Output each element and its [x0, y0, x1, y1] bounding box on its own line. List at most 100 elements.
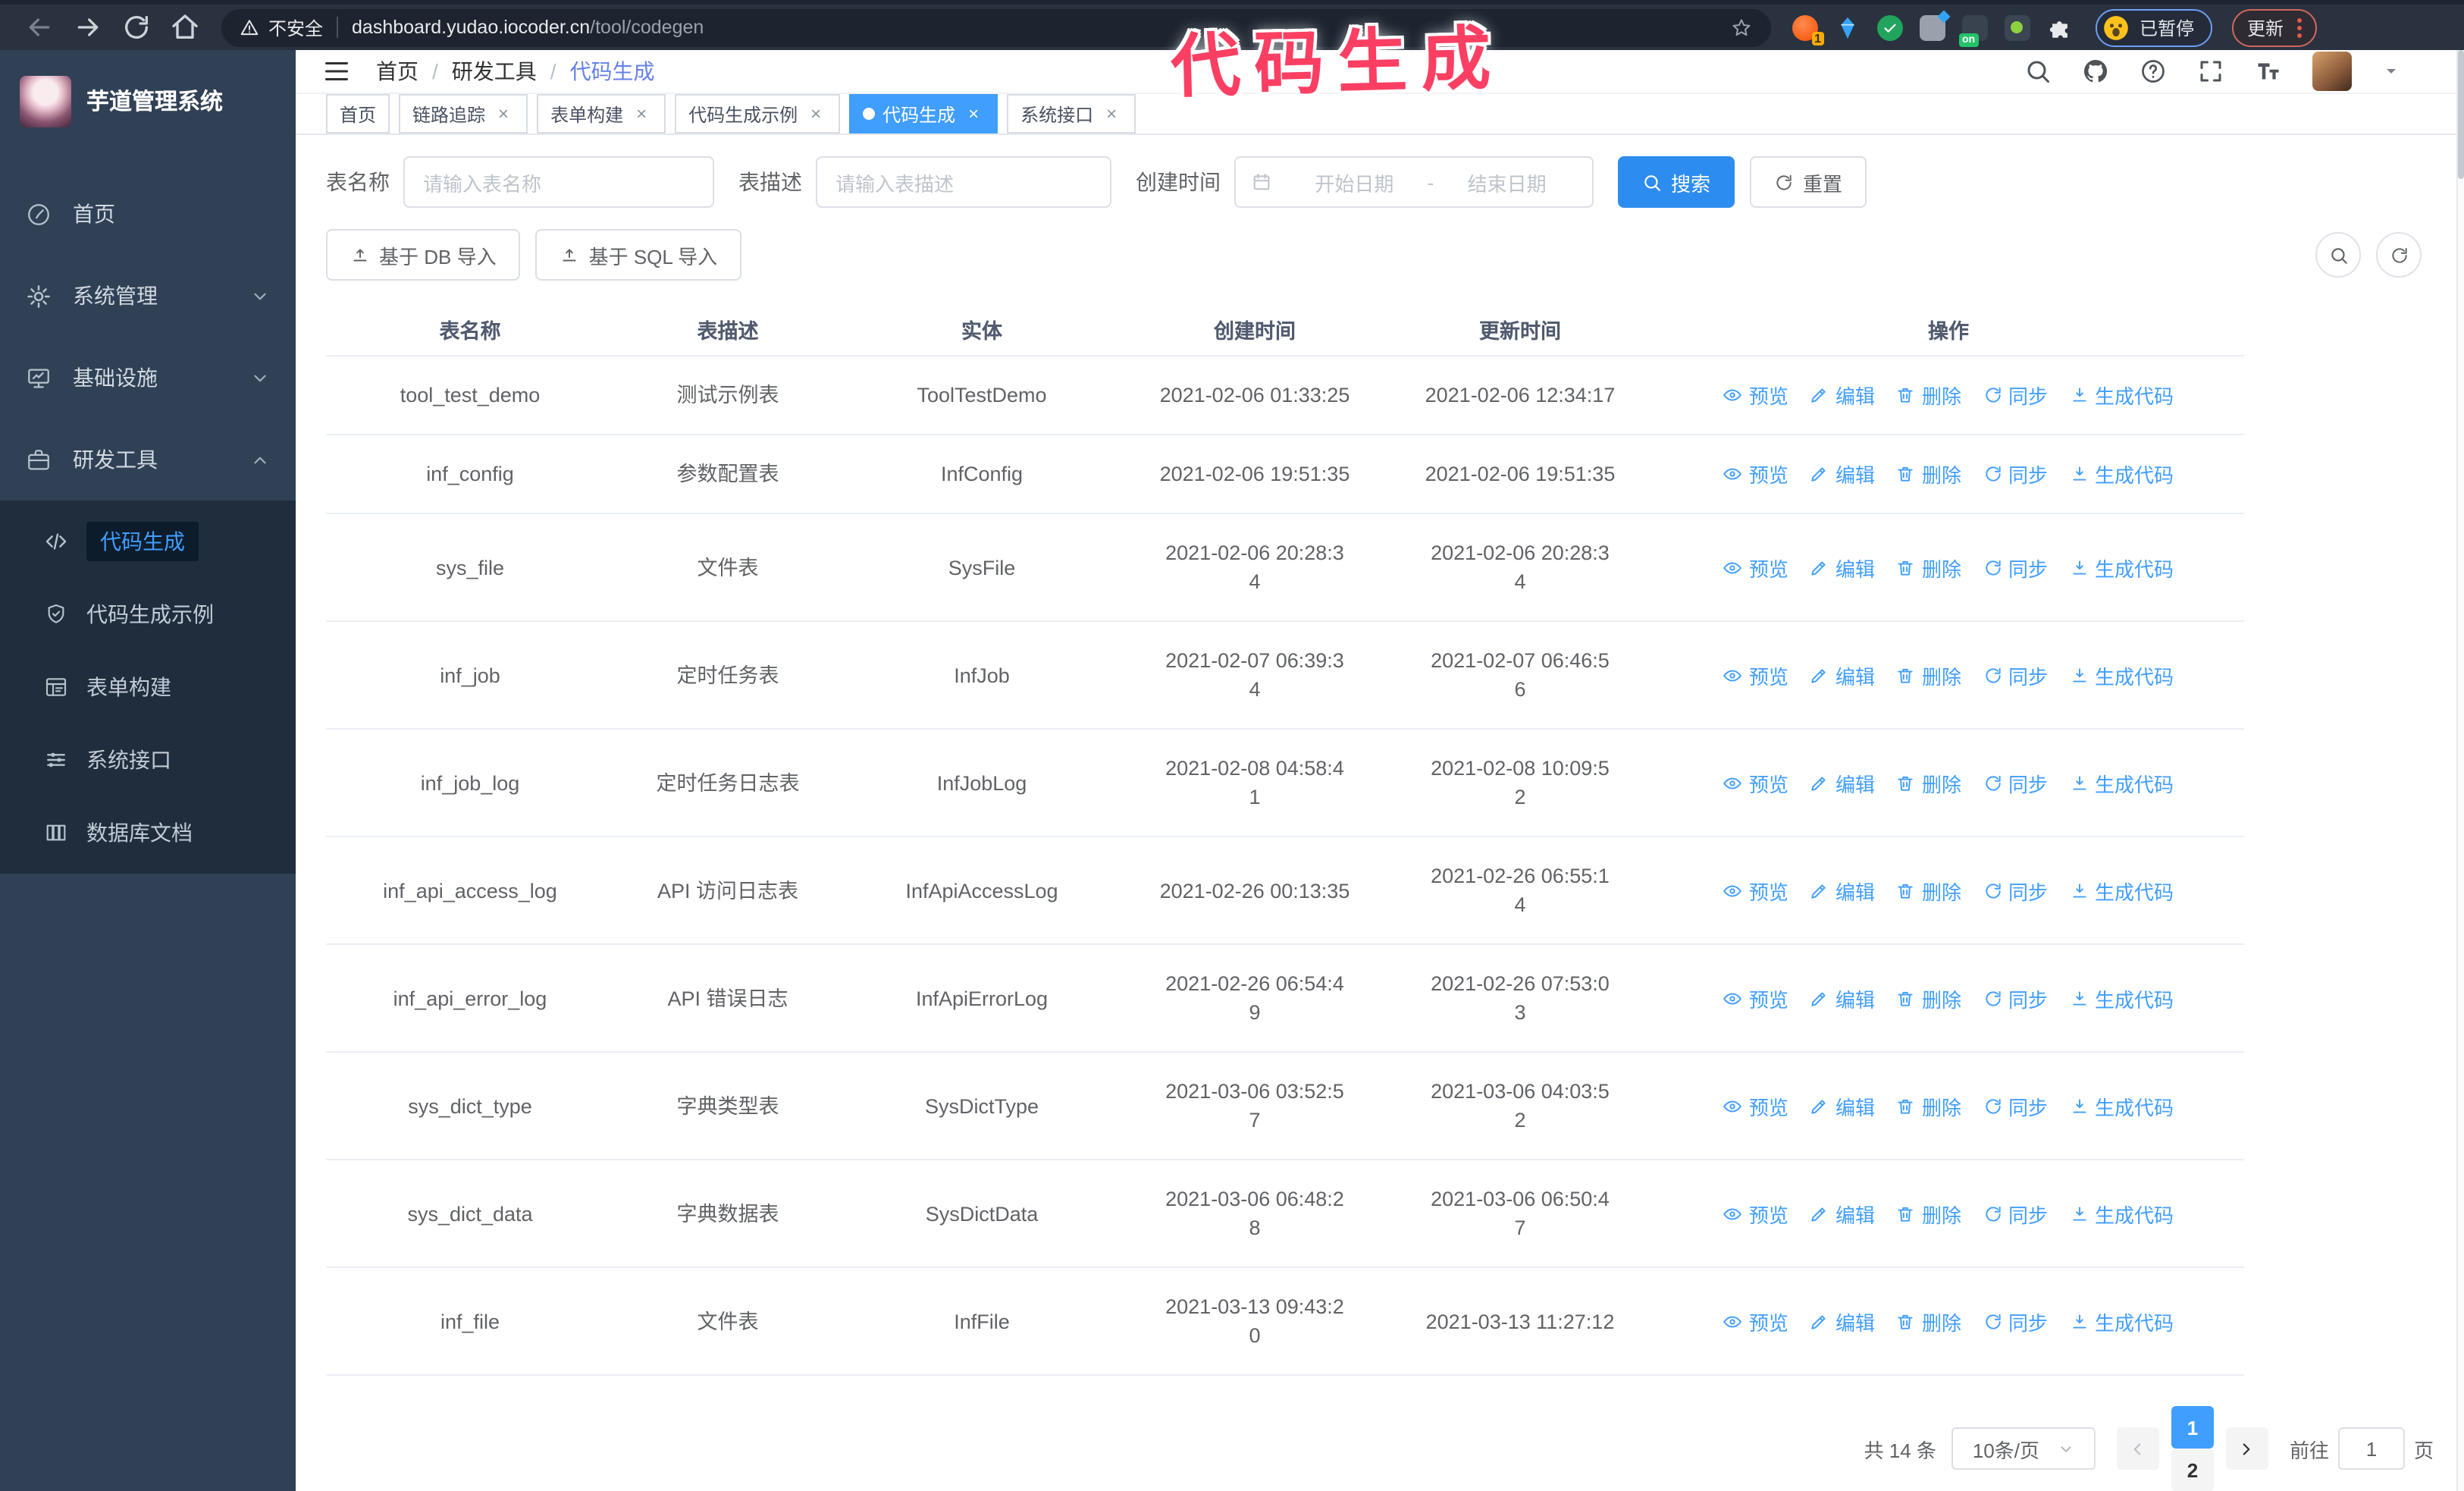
action-edit-link[interactable]: 编辑	[1810, 381, 1875, 410]
action-edit-link[interactable]: 编辑	[1810, 460, 1875, 488]
browser-reload-icon[interactable]	[121, 12, 152, 42]
close-tab-icon[interactable]: ×	[1101, 103, 1122, 124]
sidebar-fold-icon[interactable]	[323, 58, 350, 85]
action-generate-link[interactable]: 生成代码	[2069, 876, 2174, 905]
scrollbar-thumb[interactable]	[2458, 50, 2464, 179]
action-generate-link[interactable]: 生成代码	[2069, 381, 2174, 410]
close-tab-icon[interactable]: ×	[805, 103, 826, 124]
breadcrumb-item[interactable]: 研发工具	[452, 56, 537, 86]
action-sync-link[interactable]: 同步	[1983, 460, 2048, 488]
action-generate-link[interactable]: 生成代码	[2069, 553, 2174, 582]
action-sync-link[interactable]: 同步	[1983, 1199, 2048, 1228]
action-generate-link[interactable]: 生成代码	[2069, 984, 2174, 1012]
import-sql-button[interactable]: 基于 SQL 导入	[535, 229, 742, 281]
tab-form-build[interactable]: 表单构建 ×	[537, 94, 666, 133]
extension-key-icon[interactable]	[2005, 14, 2030, 40]
action-delete-link[interactable]: 删除	[1896, 381, 1961, 410]
action-generate-link[interactable]: 生成代码	[2069, 1307, 2174, 1336]
extension-gem-icon[interactable]	[1835, 14, 1861, 40]
prev-page-button[interactable]	[2116, 1427, 2159, 1470]
action-delete-link[interactable]: 删除	[1896, 1091, 1961, 1120]
sidebar-item-devtools[interactable]: 研发工具	[0, 419, 296, 501]
refresh-table-button[interactable]	[2376, 232, 2422, 278]
tab-codegen-example[interactable]: 代码生成示例 ×	[675, 94, 841, 133]
action-preview-link[interactable]: 预览	[1723, 768, 1788, 797]
search-button[interactable]: 搜索	[1618, 156, 1735, 208]
fullscreen-icon[interactable]	[2197, 58, 2224, 85]
action-edit-link[interactable]: 编辑	[1810, 553, 1875, 582]
next-page-button[interactable]	[2225, 1427, 2268, 1470]
sidebar-subitem-codegen-example[interactable]: 代码生成示例	[0, 578, 296, 651]
action-sync-link[interactable]: 同步	[1983, 876, 2048, 905]
sidebar-subitem-db-doc[interactable]: 数据库文档	[0, 796, 296, 869]
sidebar-item-home[interactable]: 首页	[0, 173, 296, 255]
toggle-search-button[interactable]	[2315, 232, 2361, 278]
action-preview-link[interactable]: 预览	[1723, 1307, 1788, 1336]
sidebar-item-infra[interactable]: 基础设施	[0, 337, 296, 419]
close-tab-icon[interactable]: ×	[631, 103, 652, 124]
action-delete-link[interactable]: 删除	[1896, 460, 1961, 488]
page-scrollbar[interactable]	[2456, 50, 2464, 1491]
close-tab-icon[interactable]: ×	[493, 103, 514, 124]
bookmark-star-icon[interactable]	[1730, 16, 1753, 39]
action-preview-link[interactable]: 预览	[1723, 1091, 1788, 1120]
action-sync-link[interactable]: 同步	[1983, 1091, 2048, 1120]
github-icon[interactable]	[2082, 58, 2109, 85]
avatar-caret-icon[interactable]	[2382, 62, 2400, 80]
sidebar-item-system[interactable]: 系统管理	[0, 255, 296, 337]
extension-icon[interactable]: 1	[1792, 14, 1824, 45]
action-generate-link[interactable]: 生成代码	[2069, 1199, 2174, 1228]
action-delete-link[interactable]: 删除	[1896, 553, 1961, 582]
action-preview-link[interactable]: 预览	[1723, 984, 1788, 1012]
action-generate-link[interactable]: 生成代码	[2069, 1091, 2174, 1120]
action-preview-link[interactable]: 预览	[1723, 381, 1788, 410]
action-preview-link[interactable]: 预览	[1723, 1199, 1788, 1228]
action-sync-link[interactable]: 同步	[1983, 1307, 2048, 1336]
action-sync-link[interactable]: 同步	[1983, 984, 2048, 1012]
text-size-icon[interactable]	[2255, 58, 2282, 85]
sidebar-subitem-form-build[interactable]: 表单构建	[0, 651, 296, 724]
browser-update-button[interactable]: 更新	[2232, 8, 2318, 46]
action-edit-link[interactable]: 编辑	[1810, 768, 1875, 797]
page-button-1[interactable]: 1	[2171, 1406, 2214, 1449]
tab-tracer[interactable]: 链路追踪 ×	[399, 94, 528, 133]
date-range-picker[interactable]: 开始日期 - 结束日期	[1234, 156, 1594, 208]
action-delete-link[interactable]: 删除	[1896, 1307, 1961, 1336]
sidebar-subitem-system-api[interactable]: 系统接口	[0, 724, 296, 796]
close-tab-icon[interactable]: ×	[963, 103, 984, 124]
action-delete-link[interactable]: 删除	[1896, 876, 1961, 905]
user-avatar[interactable]	[2312, 52, 2352, 91]
table-name-input[interactable]: 请输入表名称	[403, 156, 714, 208]
breadcrumb-item[interactable]: 首页	[376, 56, 419, 86]
browser-menu-icon[interactable]	[2297, 17, 2303, 37]
action-preview-link[interactable]: 预览	[1723, 876, 1788, 905]
table-desc-input[interactable]: 请输入表描述	[816, 156, 1111, 208]
action-edit-link[interactable]: 编辑	[1810, 1199, 1875, 1228]
action-edit-link[interactable]: 编辑	[1810, 661, 1875, 689]
action-delete-link[interactable]: 删除	[1896, 661, 1961, 689]
import-db-button[interactable]: 基于 DB 导入	[326, 229, 521, 281]
extension-check-icon[interactable]	[1877, 14, 1903, 40]
action-sync-link[interactable]: 同步	[1983, 768, 2048, 797]
browser-profile-button[interactable]: 已暂停	[2096, 8, 2213, 46]
browser-back-icon[interactable]	[24, 12, 55, 42]
action-edit-link[interactable]: 编辑	[1810, 876, 1875, 905]
action-sync-link[interactable]: 同步	[1983, 553, 2048, 582]
action-preview-link[interactable]: 预览	[1723, 460, 1788, 488]
action-sync-link[interactable]: 同步	[1983, 661, 2048, 689]
goto-page-input[interactable]	[2337, 1427, 2405, 1470]
extension-on-icon[interactable]: on	[1959, 14, 1988, 46]
tab-system-api[interactable]: 系统接口 ×	[1007, 94, 1136, 133]
action-edit-link[interactable]: 编辑	[1810, 984, 1875, 1012]
url-bar[interactable]: 不安全 dashboard.yudao.iocoder.cn /tool/cod…	[221, 8, 1771, 46]
action-generate-link[interactable]: 生成代码	[2069, 460, 2174, 488]
action-delete-link[interactable]: 删除	[1896, 1199, 1961, 1228]
action-sync-link[interactable]: 同步	[1983, 381, 2048, 410]
action-delete-link[interactable]: 删除	[1896, 984, 1961, 1012]
header-search-icon[interactable]	[2024, 58, 2052, 85]
action-edit-link[interactable]: 编辑	[1810, 1307, 1875, 1336]
page-size-select[interactable]: 10条/页	[1951, 1427, 2096, 1470]
reset-button[interactable]: 重置	[1750, 156, 1867, 208]
extension-columns-icon[interactable]	[1920, 14, 1945, 40]
page-button-2[interactable]: 2	[2171, 1449, 2214, 1491]
